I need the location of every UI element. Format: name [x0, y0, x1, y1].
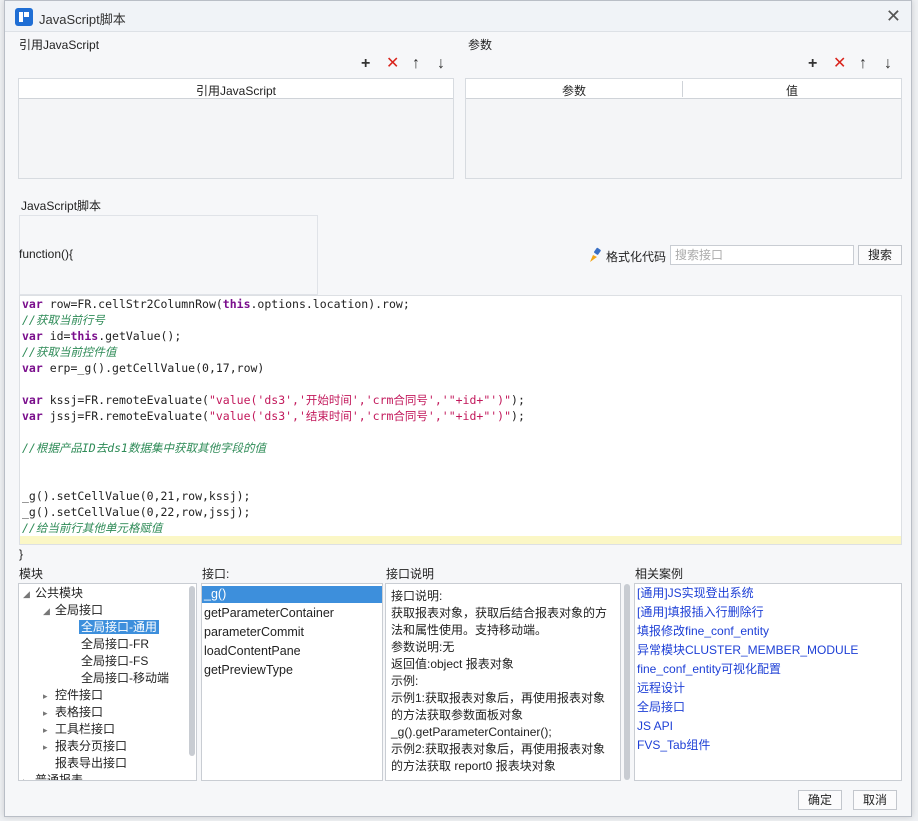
tree-node[interactable]: ▸ 报表分页接口 [43, 738, 127, 756]
case-link[interactable]: fine_conf_entity可视化配置 [637, 660, 781, 679]
description-line: 的方法获取 report0 报表块对象 [391, 759, 556, 773]
format-code-button[interactable]: 格式化代码 [606, 248, 666, 265]
param-section-label: 参数 [468, 38, 493, 52]
case-link[interactable]: FVS_Tab组件 [637, 736, 710, 755]
description-line: 示例1:获取报表对象后，再使用报表对象 [391, 691, 606, 705]
collapsed-caret-icon: ▸ [43, 725, 48, 735]
module-label: 模块 [19, 567, 44, 581]
description-line: 参数说明:无 [391, 640, 455, 654]
search-interface-input[interactable] [670, 245, 854, 265]
tree-node[interactable]: ◢ 公共模块 [23, 585, 83, 603]
search-button[interactable]: 搜索 [858, 245, 902, 265]
javascript-dialog: JavaScript脚本 ✕ 引用JavaScript + ✕ ↑ ↓ 引用Ja… [4, 0, 912, 817]
case-link[interactable]: [通用]填报插入行删除行 [637, 603, 764, 622]
description-line: 返回值:object 报表对象 [391, 657, 514, 671]
window-title: JavaScript脚本 [39, 12, 126, 27]
current-line-highlight [20, 536, 901, 544]
description-line: 示例2:获取报表对象后，再使用报表对象 [391, 742, 606, 756]
code-line: //获取当前控件值 [22, 345, 117, 359]
selected-row-highlight [202, 586, 382, 603]
description-scrollbar[interactable] [624, 584, 630, 780]
code-line: var erp=_g().getCellValue(0,17,row) [22, 361, 265, 375]
code-line: _g().setCellValue(0,22,row,jssj); [22, 505, 251, 519]
app-logo-icon [15, 8, 33, 26]
code-editor[interactable]: var row=FR.cellStr2ColumnRow(this.option… [19, 295, 902, 545]
code-line: //给当前行其他单元格赋值 [22, 521, 163, 535]
collapsed-caret-icon: ▸ [43, 742, 48, 752]
interface-item[interactable]: getParameterContainer [204, 604, 334, 623]
case-link[interactable]: 远程设计 [637, 679, 685, 698]
param-delete-icon[interactable]: ✕ [833, 56, 846, 72]
cancel-button[interactable]: 取消 [853, 790, 897, 810]
description-line: 接口说明: [391, 589, 443, 603]
tree-node[interactable]: ▸ 控件接口 [43, 687, 103, 705]
case-link[interactable]: 填报修改fine_conf_entity [637, 622, 769, 641]
code-line: var row=FR.cellStr2ColumnRow(this.option… [22, 297, 410, 311]
ref-move-up-icon[interactable]: ↑ [412, 56, 420, 72]
tree-node[interactable]: 全局接口-FR [81, 636, 149, 653]
ref-section-label: 引用JavaScript [19, 38, 100, 52]
tree-node[interactable]: ▸ 表格接口 [43, 704, 103, 722]
interface-item[interactable]: loadContentPane [204, 642, 301, 661]
param-table-header: 参数 值 [466, 79, 901, 99]
interface-item[interactable]: getPreviewType [204, 661, 293, 680]
expanded-caret-icon: ◢ [43, 606, 50, 616]
script-section-label: JavaScript脚本 [21, 199, 102, 213]
code-line: var kssj=FR.remoteEvaluate("value('ds3',… [22, 393, 525, 407]
case-link[interactable]: JS API [637, 717, 673, 736]
param-table: 参数 值 [465, 78, 902, 179]
param-move-down-icon[interactable]: ↓ [884, 56, 892, 72]
param-name-column-header[interactable]: 参数 [466, 82, 682, 99]
param-add-icon[interactable]: + [808, 56, 817, 72]
interface-list[interactable]: _g() getParameterContainer parameterComm… [201, 583, 383, 781]
tree-node[interactable]: 报表导出接口 [55, 755, 127, 772]
description-panel: 接口说明: 获取报表对象，获取后结合报表对象的方 法和属性使用。支持移动端。 参… [385, 583, 621, 781]
code-line: var id=this.getValue(); [22, 329, 182, 343]
expanded-caret-icon: ◢ [23, 589, 30, 599]
code-line: var jssj=FR.remoteEvaluate("value('ds3',… [22, 409, 525, 423]
function-header: function(){ [19, 247, 74, 261]
module-scrollbar[interactable] [189, 586, 195, 756]
code-line: //根据产品ID去ds1数据集中获取其他字段的值 [22, 441, 266, 455]
description-label: 接口说明 [386, 567, 435, 581]
description-line: 的方法获取参数面板对象 [391, 708, 524, 722]
description-line: 法和属性使用。支持移动端。 [391, 623, 548, 637]
tree-node[interactable]: 全局接口-移动端 [81, 670, 169, 687]
interface-item[interactable]: parameterCommit [204, 623, 304, 642]
case-link[interactable]: 异常模块CLUSTER_MEMBER_MODULE [637, 641, 858, 660]
ref-delete-icon[interactable]: ✕ [386, 56, 399, 72]
tree-node[interactable]: 全局接口-FS [81, 653, 148, 670]
case-link[interactable]: [通用]JS实现登出系统 [637, 584, 754, 603]
collapsed-caret-icon: ▸ [23, 776, 28, 781]
tree-node[interactable]: ▸ 普通报表 [23, 772, 83, 781]
ref-table-header: 引用JavaScript [19, 79, 453, 99]
function-closing: } [19, 547, 24, 561]
cases-list: [通用]JS实现登出系统 [通用]填报插入行删除行 填报修改fine_conf_… [634, 583, 902, 781]
close-icon[interactable]: ✕ [886, 6, 901, 27]
description-line: 示例: [391, 674, 419, 688]
ref-column-header[interactable]: 引用JavaScript [19, 82, 453, 99]
ref-add-icon[interactable]: + [361, 56, 370, 72]
param-move-up-icon[interactable]: ↑ [859, 56, 867, 72]
collapsed-caret-icon: ▸ [43, 708, 48, 718]
description-line: 获取报表对象，获取后结合报表对象的方 [391, 606, 608, 620]
title-bar: JavaScript脚本 ✕ [5, 1, 911, 32]
case-link[interactable]: 全局接口 [637, 698, 685, 717]
module-tree[interactable]: ◢ 公共模块 ◢ 全局接口 全局接口-通用 全局接口-FR 全局接口-FS 全局接口… [18, 583, 197, 781]
ref-move-down-icon[interactable]: ↓ [437, 56, 445, 72]
code-line: _g().setCellValue(0,21,row,kssj); [22, 489, 251, 503]
collapsed-caret-icon: ▸ [43, 691, 48, 701]
format-brush-icon[interactable] [587, 247, 603, 263]
cases-label: 相关案例 [635, 567, 684, 581]
description-line: _g().getParameterContainer(); [391, 725, 552, 739]
tree-node[interactable]: ◢ 全局接口 [43, 602, 103, 620]
interface-label: 接口: [202, 567, 230, 581]
ref-table: 引用JavaScript [18, 78, 454, 179]
interface-item-selected[interactable]: _g() [204, 585, 226, 604]
param-value-column-header[interactable]: 值 [683, 82, 901, 99]
ok-button[interactable]: 确定 [798, 790, 842, 810]
code-line: //获取当前行号 [22, 313, 105, 327]
tree-node-selected[interactable]: 全局接口-通用 [79, 619, 159, 636]
tree-node[interactable]: ▸ 工具栏接口 [43, 721, 115, 739]
